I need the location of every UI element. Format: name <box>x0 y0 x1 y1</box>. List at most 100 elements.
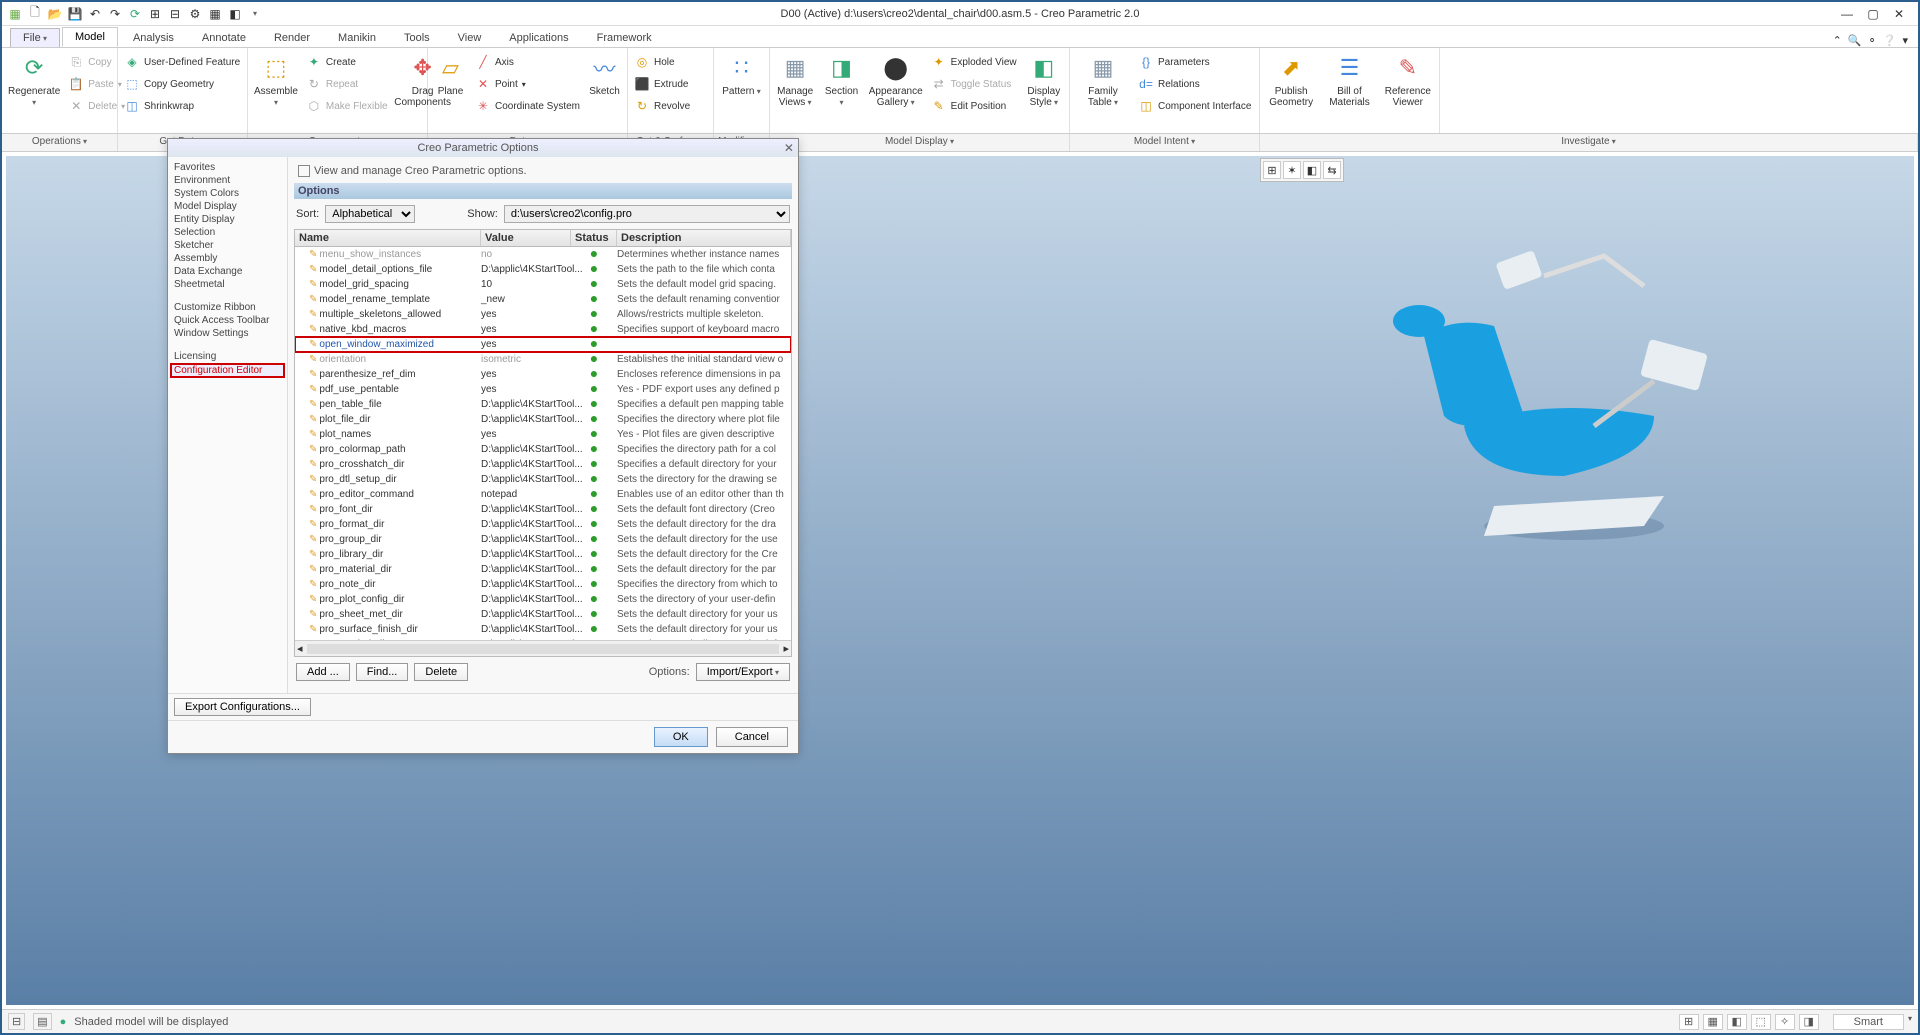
new-icon[interactable]: 🗋 <box>26 5 44 23</box>
dialog-titlebar[interactable]: Creo Parametric Options ✕ <box>168 139 798 157</box>
create-button[interactable]: ✦Create <box>306 52 388 72</box>
nav-licensing[interactable]: Licensing <box>170 350 285 363</box>
option-row[interactable]: ✎pro_font_dirD:\applic\4KStartTool...●Se… <box>295 502 791 517</box>
import-export-button[interactable]: Import/Export <box>696 663 790 681</box>
regenerate-button[interactable]: ⟳ Regenerate <box>8 52 60 108</box>
maximize-icon[interactable]: ▢ <box>1864 5 1882 23</box>
col-name[interactable]: Name <box>295 230 481 246</box>
flexible-button[interactable]: ⬡Make Flexible <box>306 96 388 116</box>
dialog-close-icon[interactable]: ✕ <box>784 141 794 155</box>
option-row[interactable]: ✎model_rename_template_new●Sets the defa… <box>295 292 791 307</box>
appearance-button[interactable]: ⬤Appearance Gallery <box>869 52 923 108</box>
cancel-button[interactable]: Cancel <box>716 727 788 747</box>
tool1-icon[interactable]: ⚙ <box>186 5 204 23</box>
section-button[interactable]: ◨Section <box>822 52 860 108</box>
tree-icon[interactable]: ⊟ <box>8 1013 25 1030</box>
paste-button[interactable]: 📋Paste▾ <box>68 74 125 94</box>
find-button[interactable]: Find... <box>356 663 409 681</box>
copy-button[interactable]: ⎘Copy <box>68 52 125 72</box>
tab-model[interactable]: Model <box>62 27 118 47</box>
nav-sketcher[interactable]: Sketcher <box>170 239 285 252</box>
undo-icon[interactable]: ↶ <box>86 5 104 23</box>
edit-position-button[interactable]: ✎Edit Position <box>931 96 1017 116</box>
sketch-button[interactable]: 〰Sketch <box>588 52 621 97</box>
redo-icon[interactable]: ↷ <box>106 5 124 23</box>
tab-file[interactable]: File <box>10 28 60 47</box>
nav-configuration-editor[interactable]: Configuration Editor <box>170 363 285 378</box>
tab-manikin[interactable]: Manikin <box>325 28 389 47</box>
option-row[interactable]: ✎orientationisometric●Establishes the in… <box>295 352 791 367</box>
bom-button[interactable]: ☰Bill of Materials <box>1324 52 1374 108</box>
comp-interface-button[interactable]: ◫Component Interface <box>1138 96 1251 116</box>
option-row[interactable]: ✎parenthesize_ref_dimyes●Encloses refere… <box>295 367 791 382</box>
option-row[interactable]: ✎pen_table_fileD:\applic\4KStartTool...●… <box>295 397 791 412</box>
manage-views-button[interactable]: ▦Manage Views <box>776 52 814 108</box>
vt-3-icon[interactable]: ◧ <box>1303 161 1321 179</box>
close-icon[interactable]: ✕ <box>1890 5 1908 23</box>
nav-entity-display[interactable]: Entity Display <box>170 213 285 226</box>
relations-button[interactable]: d=Relations <box>1138 74 1251 94</box>
layer-icon[interactable]: ▤ <box>33 1013 51 1030</box>
tab-tools[interactable]: Tools <box>391 28 443 47</box>
option-row[interactable]: ✎pro_library_dirD:\applic\4KStartTool...… <box>295 547 791 562</box>
col-status[interactable]: Status <box>571 230 617 246</box>
nav-model-display[interactable]: Model Display <box>170 200 285 213</box>
tab-analysis[interactable]: Analysis <box>120 28 187 47</box>
help-icon[interactable]: ❔ <box>1883 34 1897 47</box>
option-row[interactable]: ✎pdf_use_pentableyes●Yes - PDF export us… <box>295 382 791 397</box>
open-icon[interactable]: 📂 <box>46 5 64 23</box>
option-row[interactable]: ✎pro_crosshatch_dirD:\applic\4KStartTool… <box>295 457 791 472</box>
sb-6-icon[interactable]: ◨ <box>1799 1014 1819 1030</box>
close-window-icon[interactable]: ⊟ <box>166 5 184 23</box>
assemble-button[interactable]: ⬚Assemble <box>254 52 298 108</box>
sort-select[interactable]: Alphabetical <box>325 205 415 223</box>
nav-assembly[interactable]: Assembly <box>170 252 285 265</box>
col-value[interactable]: Value <box>481 230 571 246</box>
tab-view[interactable]: View <box>445 28 495 47</box>
display-style-button[interactable]: ◧Display Style <box>1025 52 1063 108</box>
delete-button[interactable]: ✕Delete▾ <box>68 96 125 116</box>
tool2-icon[interactable]: ▦ <box>206 5 224 23</box>
export-config-button[interactable]: Export Configurations... <box>174 698 311 716</box>
nav-favorites[interactable]: Favorites <box>170 161 285 174</box>
option-row[interactable]: ✎pro_group_dirD:\applic\4KStartTool...●S… <box>295 532 791 547</box>
exploded-button[interactable]: ✦Exploded View <box>931 52 1017 72</box>
sb-1-icon[interactable]: ⊞ <box>1679 1014 1699 1030</box>
option-row[interactable]: ✎native_kbd_macrosyes●Specifies support … <box>295 322 791 337</box>
tool3-icon[interactable]: ◧ <box>226 5 244 23</box>
chevron-down-icon[interactable]: ▾ <box>1902 34 1908 47</box>
repeat-button[interactable]: ↻Repeat <box>306 74 388 94</box>
option-row[interactable]: ✎pro_format_dirD:\applic\4KStartTool...●… <box>295 517 791 532</box>
publish-geom-button[interactable]: ⬈Publish Geometry <box>1266 52 1316 108</box>
point-button[interactable]: ✕Point▾ <box>475 74 580 94</box>
app-icon[interactable]: ▦ <box>6 5 24 23</box>
option-row[interactable]: ✎pro_material_dirD:\applic\4KStartTool..… <box>295 562 791 577</box>
regenerate-icon[interactable]: ⟳ <box>126 5 144 23</box>
vt-1-icon[interactable]: ⊞ <box>1263 161 1281 179</box>
csys-button[interactable]: ✳Coordinate System <box>475 96 580 116</box>
option-row[interactable]: ✎multiple_skeletons_allowedyes●Allows/re… <box>295 307 791 322</box>
grp-investigate[interactable]: Investigate <box>1260 134 1918 151</box>
ref-viewer-button[interactable]: ✎Reference Viewer <box>1383 52 1433 108</box>
option-row[interactable]: ✎model_detail_options_fileD:\applic\4KSt… <box>295 262 791 277</box>
option-row[interactable]: ✎menu_show_instancesno●Determines whethe… <box>295 247 791 262</box>
nav-selection[interactable]: Selection <box>170 226 285 239</box>
minimize-icon[interactable]: — <box>1838 5 1856 23</box>
nav-data-exchange[interactable]: Data Exchange <box>170 265 285 278</box>
extrude-button[interactable]: ⬛Extrude <box>634 74 690 94</box>
vt-4-icon[interactable]: ⇆ <box>1323 161 1341 179</box>
settings-icon[interactable]: ⚬ <box>1868 34 1877 47</box>
option-row[interactable]: ✎pro_sheet_met_dirD:\applic\4KStartTool.… <box>295 607 791 622</box>
delete-button[interactable]: Delete <box>414 663 468 681</box>
option-row[interactable]: ✎pro_editor_commandnotepad●Enables use o… <box>295 487 791 502</box>
nav-sheetmetal[interactable]: Sheetmetal <box>170 278 285 291</box>
toggle-status-button[interactable]: ⇄Toggle Status <box>931 74 1017 94</box>
windows-icon[interactable]: ⊞ <box>146 5 164 23</box>
show-select[interactable]: d:\users\creo2\config.pro <box>504 205 790 223</box>
pattern-button[interactable]: ∷Pattern <box>720 52 763 97</box>
tab-annotate[interactable]: Annotate <box>189 28 259 47</box>
nav-environment[interactable]: Environment <box>170 174 285 187</box>
vt-2-icon[interactable]: ✶ <box>1283 161 1301 179</box>
grp-operations[interactable]: Operations <box>2 134 118 151</box>
tab-render[interactable]: Render <box>261 28 323 47</box>
